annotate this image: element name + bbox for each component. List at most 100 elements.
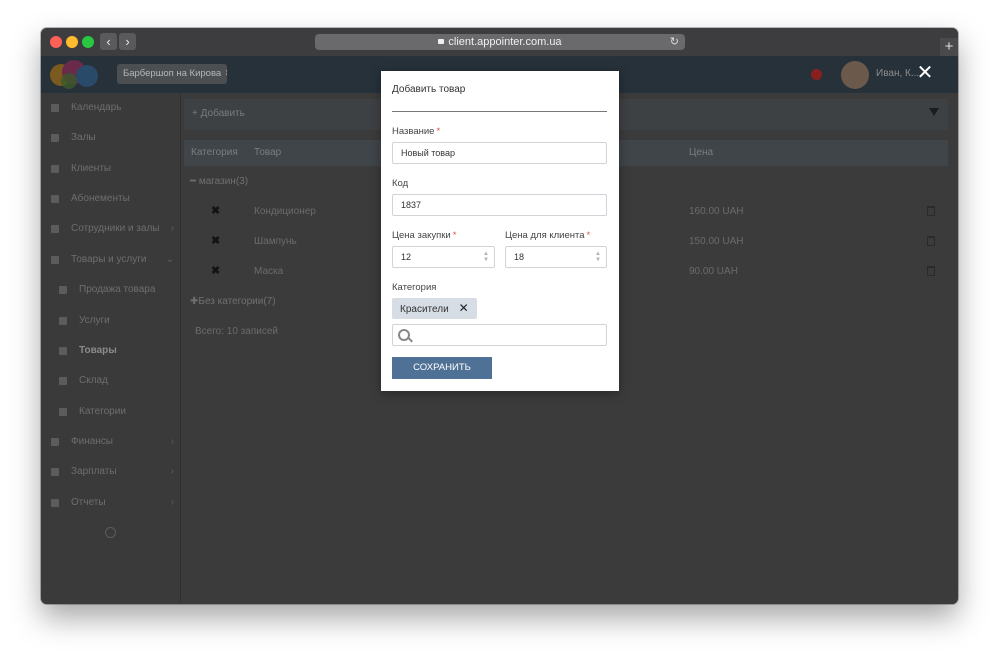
sidebar-item-label: Товары bbox=[79, 345, 117, 356]
table-row-name[interactable]: Кондиционер bbox=[254, 206, 316, 217]
sidebar-item-label: Категории bbox=[79, 406, 126, 417]
trash-icon[interactable] bbox=[927, 266, 935, 276]
table-row-price: 90.00 UAH bbox=[689, 266, 738, 277]
sidebar-item-clients[interactable]: Клиенты bbox=[41, 157, 180, 181]
client-price-label-text: Цена для клиента bbox=[505, 230, 585, 241]
stepper-icon[interactable]: ▲ ▼ bbox=[595, 251, 601, 263]
purchase-price-value: 12 bbox=[401, 252, 412, 262]
sidebar-item-calendar[interactable]: Календарь bbox=[41, 96, 180, 120]
table-row-price: 160.00 UAH bbox=[689, 206, 744, 217]
sidebar-item-goods-services[interactable]: Товары и услуги ⌄ bbox=[41, 248, 180, 272]
modal-title: Добавить товар bbox=[392, 84, 466, 95]
sidebar-item-services[interactable]: Услуги bbox=[41, 309, 180, 333]
user-name[interactable]: Иван, К... bbox=[876, 68, 919, 79]
group-row-shop[interactable]: ━ магазин(3) bbox=[190, 176, 248, 187]
trash-icon[interactable] bbox=[927, 206, 935, 216]
browser-toolbar: ‹ › client.appointer.com.ua ↻ + bbox=[41, 28, 958, 57]
sidebar-item-categories[interactable]: Категории bbox=[41, 400, 180, 424]
sidebar-item-label: Продажа товара bbox=[79, 284, 156, 295]
sidebar-item-staff[interactable]: Сотрудники и залы › bbox=[41, 217, 180, 241]
address-bar[interactable]: client.appointer.com.ua ↻ bbox=[315, 34, 685, 50]
filter-icon[interactable] bbox=[929, 108, 939, 116]
sidebar-item-label: Сотрудники и залы bbox=[71, 223, 160, 234]
drag-handle-icon[interactable]: ✖ bbox=[211, 266, 220, 277]
branch-select-label: Барбершоп на Кирова bbox=[123, 68, 222, 79]
table-row-name[interactable]: Маска bbox=[254, 266, 283, 277]
name-input[interactable]: Новый товар bbox=[392, 142, 607, 164]
remove-chip-icon[interactable]: ✕ bbox=[459, 301, 469, 315]
sidebar-item-halls[interactable]: Залы bbox=[41, 126, 180, 150]
trash-icon[interactable] bbox=[927, 236, 935, 246]
client-price-input[interactable]: 18 ▲ ▼ bbox=[505, 246, 607, 268]
add-button[interactable]: + Добавить bbox=[192, 108, 245, 119]
new-tab-button[interactable]: + bbox=[940, 38, 958, 56]
card-icon bbox=[51, 195, 59, 203]
close-window-button[interactable] bbox=[50, 36, 62, 48]
product-icon bbox=[59, 347, 67, 355]
table-row-name[interactable]: Шампунь bbox=[254, 236, 297, 247]
sidebar-item-finance[interactable]: Финансы › bbox=[41, 430, 180, 454]
column-header-category[interactable]: Категория bbox=[191, 147, 238, 158]
calendar-icon bbox=[51, 104, 59, 112]
chevron-right-icon: › bbox=[170, 497, 174, 508]
back-button[interactable]: ‹ bbox=[100, 33, 117, 50]
gear-icon[interactable] bbox=[105, 527, 116, 538]
code-label: Код bbox=[392, 178, 409, 189]
plus-icon: + bbox=[192, 108, 201, 119]
staff-icon bbox=[51, 225, 59, 233]
code-input[interactable]: 1837 bbox=[392, 194, 607, 216]
sidebar-item-products[interactable]: Товары bbox=[41, 339, 180, 363]
add-product-modal: Добавить товар Название * Новый товар Код… bbox=[381, 71, 619, 391]
name-label-text: Название bbox=[392, 126, 435, 137]
sidebar-item-label: Отчеты bbox=[71, 497, 106, 508]
close-icon[interactable]: ✕ bbox=[915, 63, 935, 83]
stepper-icon[interactable]: ▲ ▼ bbox=[483, 251, 489, 263]
sidebar-item-reports[interactable]: Отчеты › bbox=[41, 491, 180, 515]
sidebar: Календарь Залы Клиенты Абонементы Сотруд… bbox=[41, 93, 181, 604]
sidebar-item-label: Зарплаты bbox=[71, 466, 117, 477]
sidebar-item-label: Календарь bbox=[71, 102, 122, 113]
sidebar-item-warehouse[interactable]: Склад bbox=[41, 369, 180, 393]
purchase-price-label-text: Цена закупки bbox=[392, 230, 451, 241]
required-mark: * bbox=[436, 126, 441, 137]
sidebar-item-sale[interactable]: Продажа товара bbox=[41, 278, 180, 302]
sidebar-item-label: Залы bbox=[71, 132, 96, 143]
warehouse-icon bbox=[59, 377, 67, 385]
save-button[interactable]: СОХРАНИТЬ bbox=[392, 357, 492, 379]
column-header-product[interactable]: Товар bbox=[254, 147, 281, 158]
minimize-window-button[interactable] bbox=[66, 36, 78, 48]
branch-select[interactable]: Барбершоп на Кирова ⇕ bbox=[117, 64, 227, 84]
total-count: Всего: 10 записей bbox=[195, 326, 278, 337]
column-header-price[interactable]: Цена bbox=[689, 147, 713, 158]
sidebar-item-label: Абонементы bbox=[71, 193, 130, 204]
sidebar-item-subscriptions[interactable]: Абонементы bbox=[41, 187, 180, 211]
reload-icon[interactable]: ↻ bbox=[670, 34, 679, 50]
forward-button[interactable]: › bbox=[119, 33, 136, 50]
sidebar-item-label: Товары и услуги bbox=[71, 254, 147, 265]
category-search-input[interactable] bbox=[392, 324, 607, 346]
goods-icon bbox=[51, 256, 59, 264]
name-label: Название * bbox=[392, 126, 440, 137]
table-row-price: 150.00 UAH bbox=[689, 236, 744, 247]
drag-handle-icon[interactable]: ✖ bbox=[211, 206, 220, 217]
lock-icon bbox=[438, 39, 445, 44]
group-label: магазин(3) bbox=[198, 176, 249, 187]
search-icon bbox=[398, 329, 410, 341]
notification-dot[interactable] bbox=[811, 69, 822, 80]
bookmark-icon bbox=[51, 134, 59, 142]
required-mark: * bbox=[452, 230, 457, 241]
group-row-uncategorized[interactable]: ✚Без категории(7) bbox=[190, 296, 276, 307]
zoom-window-button[interactable] bbox=[82, 36, 94, 48]
required-mark: * bbox=[586, 230, 591, 241]
money-icon bbox=[51, 438, 59, 446]
client-price-value: 18 bbox=[514, 252, 525, 262]
category-label: Категория bbox=[392, 282, 437, 293]
chevron-down-icon: ⌄ bbox=[165, 254, 174, 265]
app-logo bbox=[50, 60, 98, 89]
sidebar-item-salaries[interactable]: Зарплаты › bbox=[41, 460, 180, 484]
chevron-right-icon: › bbox=[170, 466, 174, 477]
avatar[interactable] bbox=[841, 61, 869, 89]
drag-handle-icon[interactable]: ✖ bbox=[211, 236, 220, 247]
sale-icon bbox=[59, 286, 67, 294]
purchase-price-input[interactable]: 12 ▲ ▼ bbox=[392, 246, 495, 268]
